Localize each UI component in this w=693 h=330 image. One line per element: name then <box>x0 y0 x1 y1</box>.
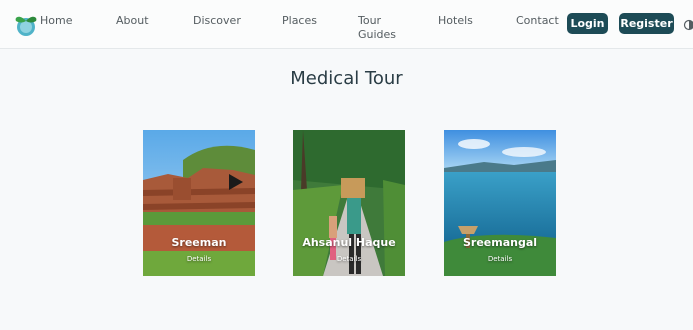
page-title: Medical Tour <box>290 68 403 89</box>
card-details-link[interactable]: Details <box>444 255 556 263</box>
tour-card-ahsanul-haque[interactable]: Ahsanul Haque Details <box>293 130 405 276</box>
card-title: Sreeman <box>171 236 227 249</box>
nav-link-discover[interactable]: Discover <box>193 14 241 28</box>
nav-link-places[interactable]: Places <box>282 14 317 28</box>
leaf-globe-logo-icon[interactable] <box>13 12 39 38</box>
login-button[interactable]: Login <box>567 13 608 34</box>
nav-link-hotels[interactable]: Hotels <box>438 14 473 28</box>
card-title: Sreemangal <box>462 236 538 249</box>
nav-link-tour-guides[interactable]: Tour Guides <box>358 14 402 42</box>
nav-link-home[interactable]: Home <box>40 14 72 28</box>
register-button[interactable]: Register <box>619 13 674 34</box>
card-details-link[interactable]: Details <box>293 255 405 263</box>
theme-toggle-icon[interactable] <box>683 19 693 31</box>
nav-link-about[interactable]: About <box>116 14 149 28</box>
tour-card-sreemangal[interactable]: Sreemangal Details <box>444 130 556 276</box>
card-details-link[interactable]: Details <box>143 255 255 263</box>
card-title: Ahsanul Haque <box>302 236 396 249</box>
navbar: Home About Discover Places Tour Guides H… <box>0 0 693 49</box>
tour-card-sreeman[interactable]: Sreeman Details <box>143 130 255 276</box>
nav-link-contact[interactable]: Contact <box>516 14 559 28</box>
